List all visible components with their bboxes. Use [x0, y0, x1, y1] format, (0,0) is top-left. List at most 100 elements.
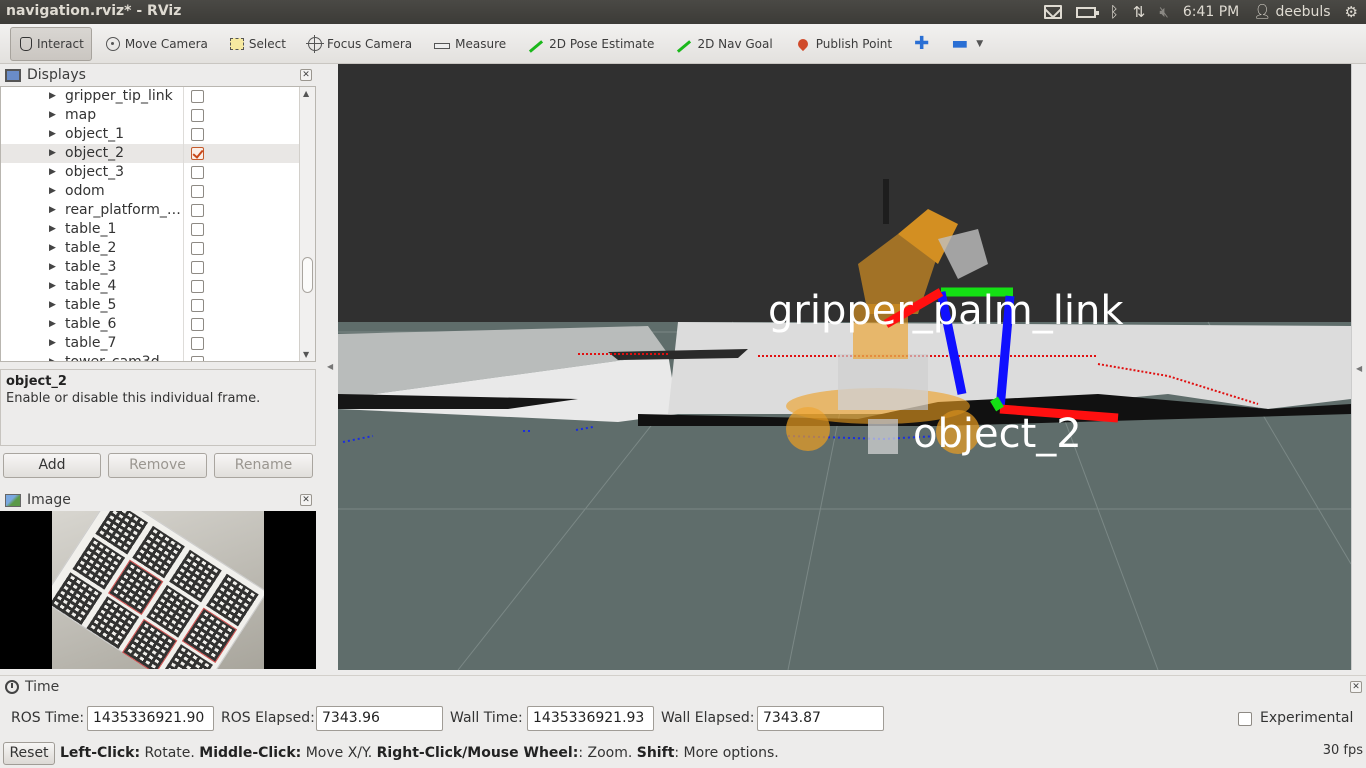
- display-item[interactable]: ▶ table_7: [1, 334, 315, 353]
- display-item[interactable]: ▶ table_6: [1, 315, 315, 334]
- expand-arrow-icon[interactable]: ▶: [49, 125, 56, 144]
- close-icon[interactable]: ✕: [300, 494, 312, 506]
- description-title: object_2: [6, 374, 67, 389]
- close-icon[interactable]: ✕: [1350, 681, 1362, 693]
- display-enable-checkbox[interactable]: [191, 204, 204, 217]
- display-enable-checkbox[interactable]: [191, 147, 204, 160]
- display-item[interactable]: ▶ object_1: [1, 125, 315, 144]
- tool-2d-nav-goal[interactable]: 2D Nav Goal: [668, 27, 780, 61]
- expand-arrow-icon[interactable]: ▶: [49, 163, 56, 182]
- display-item[interactable]: ▶ odom: [1, 182, 315, 201]
- expand-arrow-icon[interactable]: ▶: [49, 106, 56, 125]
- expand-arrow-icon[interactable]: ▶: [49, 258, 56, 277]
- expand-arrow-icon[interactable]: ▶: [49, 277, 56, 296]
- select-icon: [229, 37, 244, 50]
- display-item[interactable]: ▶ table_5: [1, 296, 315, 315]
- display-item[interactable]: ▶ table_4: [1, 277, 315, 296]
- add-button[interactable]: Add: [3, 453, 101, 478]
- add-tool-button[interactable]: ✚: [906, 27, 937, 61]
- tree-scrollbar[interactable]: ▲ ▼: [299, 87, 315, 361]
- scroll-thumb[interactable]: [302, 257, 313, 293]
- tool-2d-pose-estimate[interactable]: 2D Pose Estimate: [520, 27, 662, 61]
- ros-time-field[interactable]: 1435336921.90: [87, 706, 214, 731]
- column-divider: [183, 315, 184, 334]
- display-item-label: table_5: [65, 297, 117, 313]
- display-enable-checkbox[interactable]: [191, 318, 204, 331]
- display-enable-checkbox[interactable]: [191, 242, 204, 255]
- display-item[interactable]: ▶ object_2: [1, 144, 315, 163]
- display-enable-checkbox[interactable]: [191, 261, 204, 274]
- display-enable-checkbox[interactable]: [191, 90, 204, 103]
- display-item[interactable]: ▶ object_3: [1, 163, 315, 182]
- volume-muted-icon[interactable]: 🔇︎: [1159, 0, 1168, 24]
- display-item[interactable]: ▶ table_2: [1, 239, 315, 258]
- display-item[interactable]: ▶ rear_platform_…: [1, 201, 315, 220]
- expand-arrow-icon[interactable]: ▶: [49, 353, 56, 361]
- hint-key: Left-Click:: [60, 745, 141, 761]
- mail-icon[interactable]: [1043, 5, 1062, 19]
- tool-label: Select: [248, 36, 286, 51]
- wall-elapsed-label: Wall Elapsed:: [661, 710, 755, 726]
- display-item[interactable]: ▶ tower_cam3d…: [1, 353, 315, 361]
- image-title-bar[interactable]: Image ✕: [0, 489, 316, 511]
- scroll-up-icon[interactable]: ▲: [303, 89, 309, 98]
- wall-time-label: Wall Time:: [450, 710, 523, 726]
- experimental-checkbox[interactable]: [1238, 712, 1252, 726]
- display-enable-checkbox[interactable]: [191, 299, 204, 312]
- collapse-left-icon[interactable]: ◀: [327, 362, 333, 371]
- clock[interactable]: 6:41 PM: [1183, 4, 1239, 20]
- reset-button[interactable]: Reset: [3, 742, 55, 765]
- display-enable-checkbox[interactable]: [191, 166, 204, 179]
- tool-focus-camera[interactable]: Focus Camera: [300, 27, 420, 61]
- render-view[interactable]: gripper_palm_link object_2: [338, 64, 1351, 670]
- expand-arrow-icon[interactable]: ▶: [49, 315, 56, 334]
- expand-arrow-icon[interactable]: ▶: [49, 201, 56, 220]
- bluetooth-icon[interactable]: ᛒ: [1110, 0, 1119, 24]
- expand-arrow-icon[interactable]: ▶: [49, 144, 56, 163]
- wall-time-field[interactable]: 1435336921.93: [527, 706, 654, 731]
- tool-interact[interactable]: Interact: [10, 26, 92, 61]
- battery-icon[interactable]: [1075, 6, 1099, 18]
- displays-title-bar[interactable]: Displays ✕: [0, 64, 316, 86]
- column-divider: [183, 106, 184, 125]
- display-enable-checkbox[interactable]: [191, 185, 204, 198]
- expand-arrow-icon[interactable]: ▶: [49, 296, 56, 315]
- expand-arrow-icon[interactable]: ▶: [49, 182, 56, 201]
- display-enable-checkbox[interactable]: [191, 280, 204, 293]
- remove-tool-button[interactable]: ▬ ▼: [943, 27, 991, 61]
- displays-tree[interactable]: ▶ gripper_tip_link ▶ map ▶ object_1 ▶ object_2 ▶…: [0, 86, 316, 362]
- tool-measure[interactable]: Measure: [426, 27, 514, 61]
- display-enable-checkbox[interactable]: [191, 223, 204, 236]
- display-item[interactable]: ▶ table_3: [1, 258, 315, 277]
- user-menu[interactable]: 👤︎ deebuls: [1253, 4, 1330, 20]
- tool-select[interactable]: Select: [222, 27, 294, 61]
- rename-button[interactable]: Rename: [214, 453, 313, 478]
- display-item-label: table_6: [65, 316, 117, 332]
- view-right-splitter[interactable]: ◀: [1351, 64, 1366, 670]
- remove-button[interactable]: Remove: [108, 453, 207, 478]
- display-item[interactable]: ▶ gripper_tip_link: [1, 87, 315, 106]
- collapse-right-icon[interactable]: ◀: [1356, 364, 1362, 373]
- display-enable-checkbox[interactable]: [191, 109, 204, 122]
- expand-arrow-icon[interactable]: ▶: [49, 239, 56, 258]
- expand-arrow-icon[interactable]: ▶: [49, 87, 56, 106]
- close-icon[interactable]: ✕: [300, 69, 312, 81]
- display-enable-checkbox[interactable]: [191, 337, 204, 350]
- left-splitter[interactable]: ◀: [316, 64, 338, 670]
- gear-icon[interactable]: ⚙: [1345, 0, 1358, 24]
- expand-arrow-icon[interactable]: ▶: [49, 334, 56, 353]
- display-item[interactable]: ▶ map: [1, 106, 315, 125]
- tool-move-camera[interactable]: Move Camera: [98, 27, 216, 61]
- scroll-down-icon[interactable]: ▼: [303, 350, 309, 359]
- time-title-bar[interactable]: Time ✕: [0, 676, 1366, 698]
- wall-elapsed-field[interactable]: 7343.87: [757, 706, 884, 731]
- ros-elapsed-field[interactable]: 7343.96: [316, 706, 443, 731]
- expand-arrow-icon[interactable]: ▶: [49, 220, 56, 239]
- network-icon[interactable]: ⇅: [1133, 0, 1146, 24]
- hint-key: Right-Click/Mouse Wheel:: [376, 745, 579, 761]
- tool-publish-point[interactable]: Publish Point: [787, 27, 900, 61]
- display-enable-checkbox[interactable]: [191, 128, 204, 141]
- display-item[interactable]: ▶ table_1: [1, 220, 315, 239]
- display-enable-checkbox[interactable]: [191, 356, 204, 361]
- status-hint: Left-Click: Rotate. Middle-Click: Move X…: [60, 745, 779, 761]
